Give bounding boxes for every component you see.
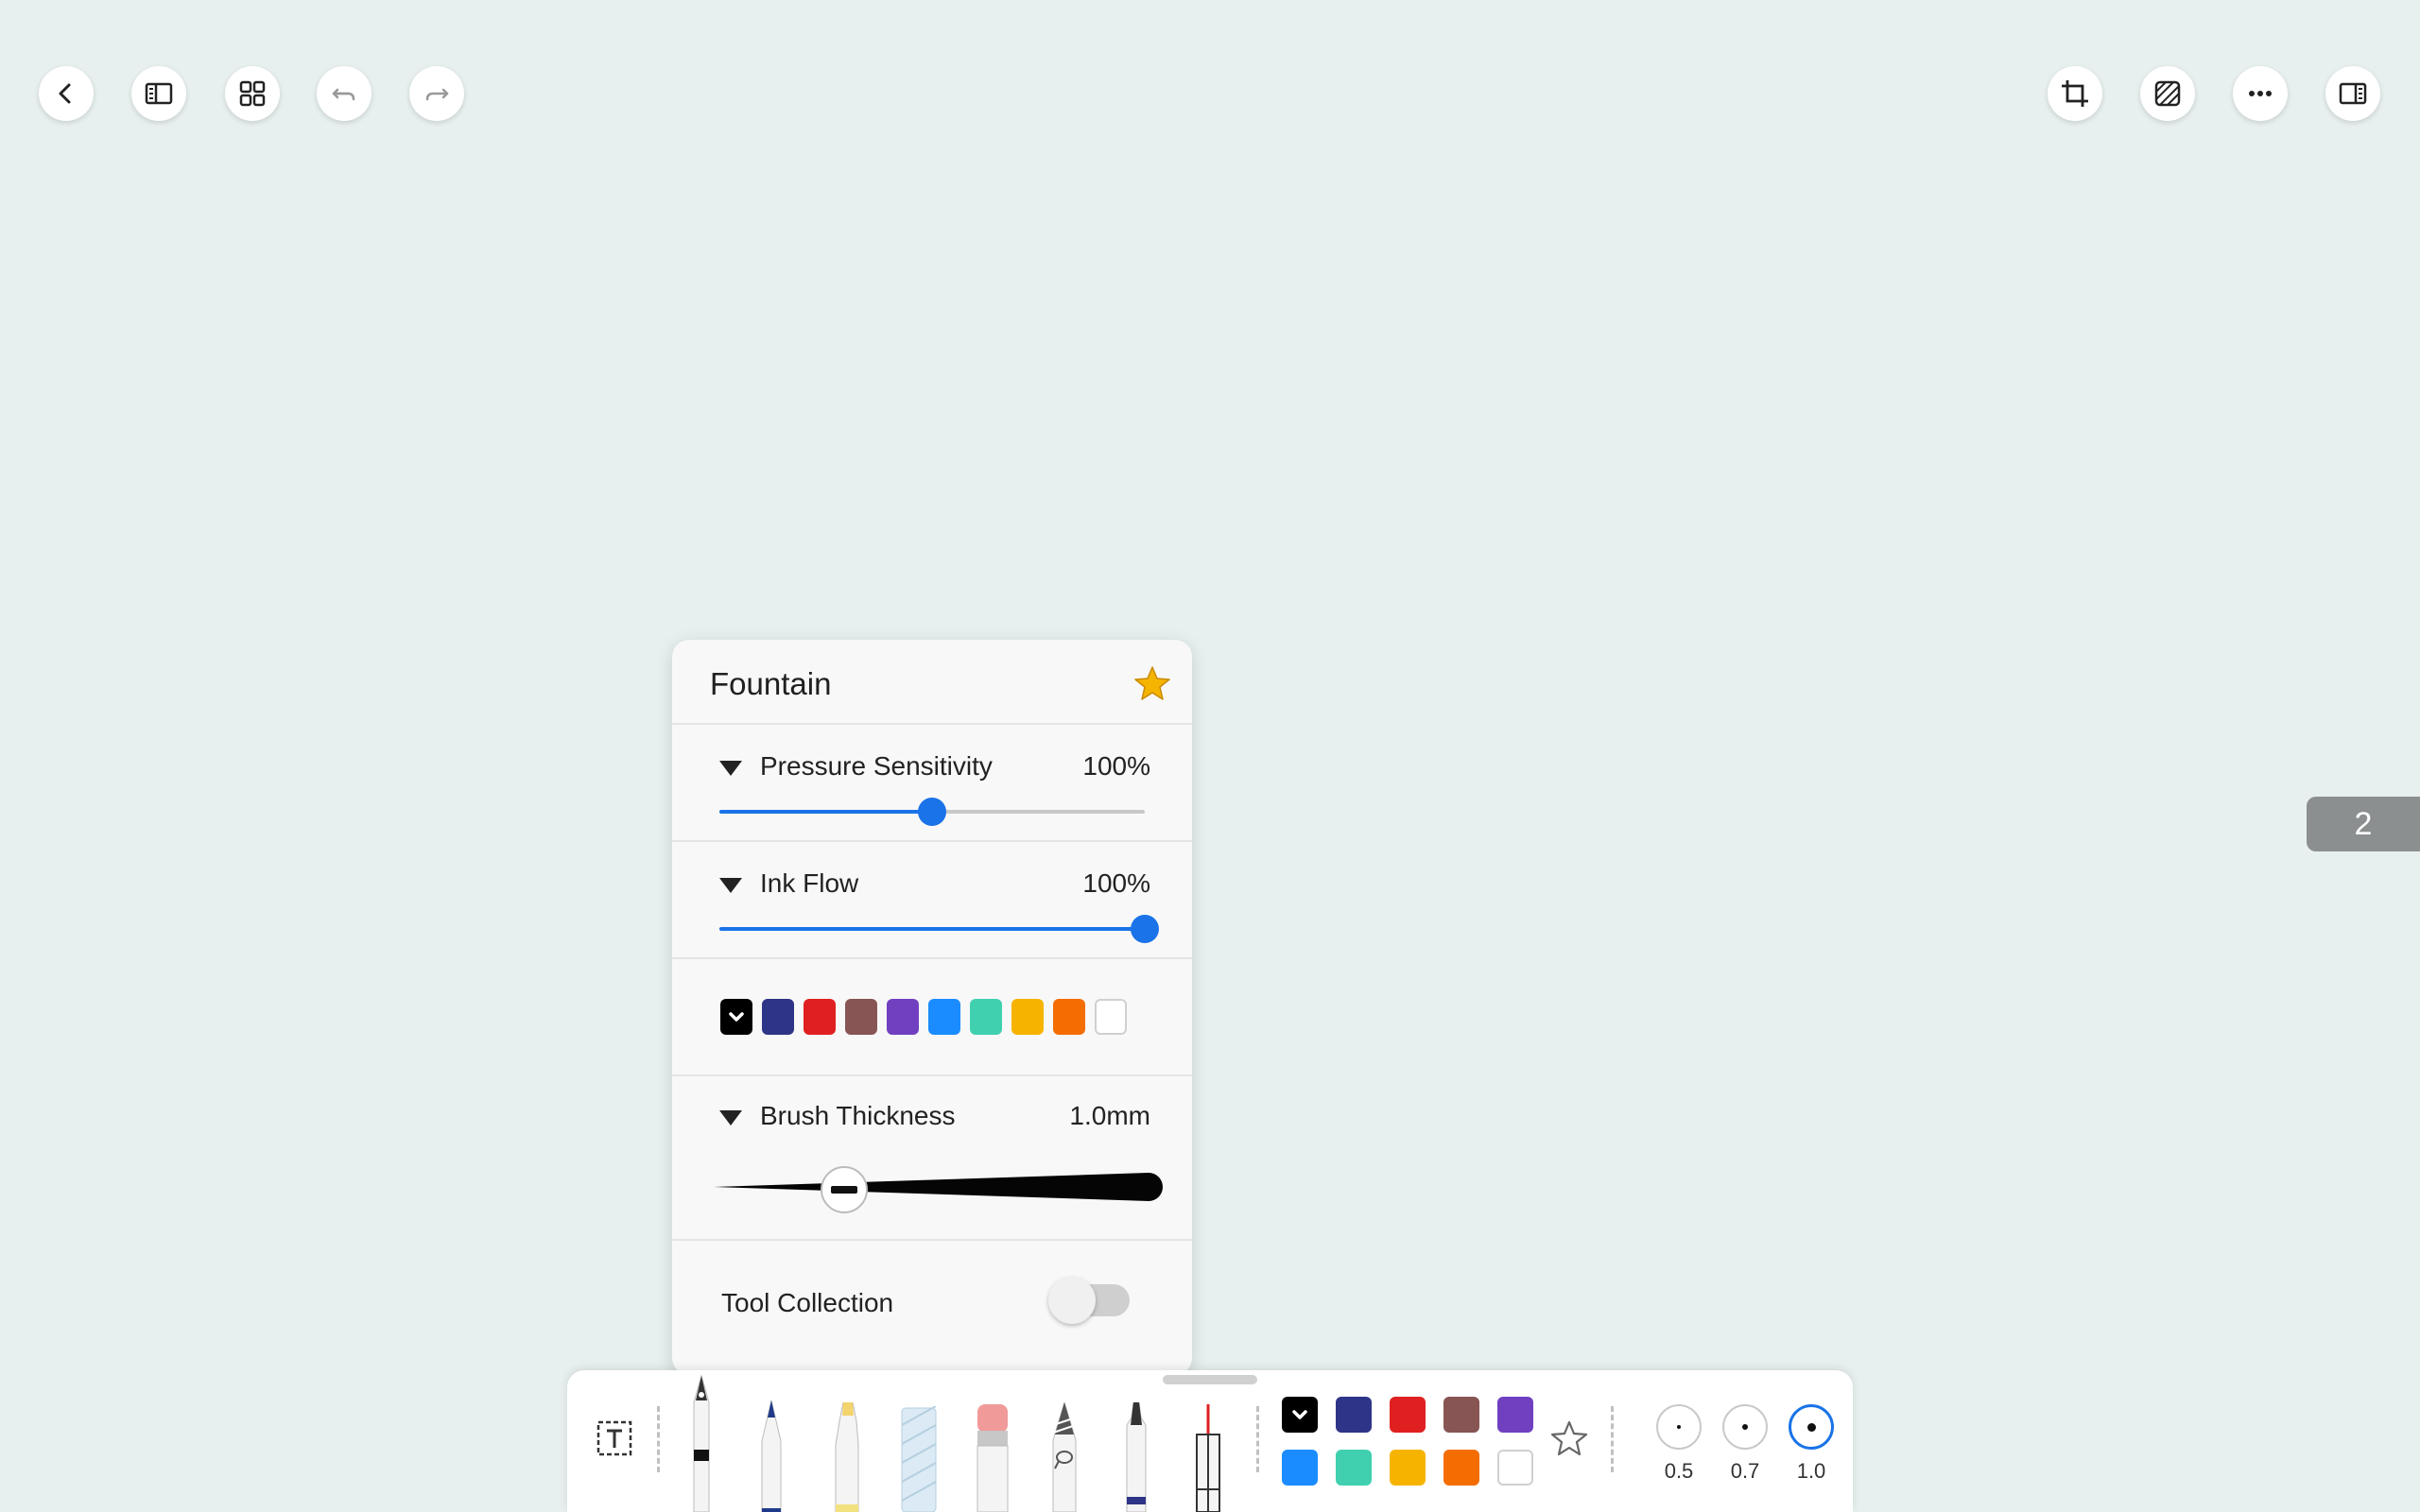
fountain-pen-icon[interactable] bbox=[683, 1374, 720, 1512]
size-preset-button[interactable] bbox=[1656, 1404, 1702, 1450]
sidebar-toggle-icon bbox=[145, 82, 173, 105]
thickness-collapse-icon[interactable] bbox=[719, 1110, 742, 1125]
dock-color-swatch[interactable] bbox=[1390, 1450, 1426, 1486]
dock-color-swatch[interactable] bbox=[1497, 1450, 1533, 1486]
eraser-icon[interactable] bbox=[972, 1402, 1013, 1512]
dock-color-swatch[interactable] bbox=[1497, 1397, 1533, 1433]
pattern-icon bbox=[2154, 80, 2181, 107]
pattern-button[interactable] bbox=[2140, 66, 2195, 121]
size-preset-label: 0.7 bbox=[1730, 1459, 1760, 1483]
grid-view-button[interactable] bbox=[225, 66, 280, 121]
redo-icon bbox=[425, 88, 449, 101]
dock-color-swatch[interactable] bbox=[1336, 1397, 1372, 1433]
color-swatch[interactable] bbox=[970, 999, 1002, 1035]
checkmark-icon bbox=[729, 1012, 744, 1022]
undo-button[interactable] bbox=[317, 66, 372, 121]
ink-flow-collapse-icon[interactable] bbox=[719, 878, 742, 893]
dock-color-swatch[interactable] bbox=[1443, 1397, 1479, 1433]
dock-divider bbox=[1611, 1406, 1614, 1472]
dock-divider bbox=[1256, 1406, 1259, 1472]
size-dot bbox=[1677, 1425, 1681, 1429]
pressure-label: Pressure Sensitivity bbox=[760, 751, 993, 781]
lasso-pencil-icon[interactable] bbox=[1046, 1402, 1083, 1512]
thickness-label: Brush Thickness bbox=[760, 1101, 956, 1130]
toggle-thumb bbox=[1048, 1277, 1096, 1324]
ballpoint-pen-icon[interactable] bbox=[752, 1399, 790, 1512]
color-swatch[interactable] bbox=[928, 999, 960, 1035]
size-dot bbox=[1742, 1424, 1748, 1430]
size-preset-label: 1.0 bbox=[1796, 1459, 1826, 1483]
size-preset-button[interactable] bbox=[1789, 1404, 1834, 1450]
color-swatch[interactable] bbox=[1011, 999, 1044, 1035]
checkmark-icon bbox=[1292, 1410, 1307, 1419]
undo-icon bbox=[332, 88, 355, 101]
crop-button[interactable] bbox=[2048, 66, 2102, 121]
brush-thickness-section: Brush Thickness 1.0mm bbox=[672, 1074, 1192, 1241]
pressure-collapse-icon[interactable] bbox=[719, 761, 742, 776]
split-view-button[interactable] bbox=[2325, 66, 2380, 121]
pressure-section: Pressure Sensitivity 100% bbox=[672, 723, 1192, 842]
size-preset-label: 0.5 bbox=[1664, 1459, 1694, 1483]
more-icon bbox=[2249, 91, 2272, 96]
dock-color-swatch[interactable] bbox=[1336, 1450, 1372, 1486]
dock-drag-handle[interactable] bbox=[1163, 1375, 1257, 1384]
ink-flow-value: 100% bbox=[1082, 868, 1150, 898]
ink-flow-slider-knob[interactable] bbox=[1131, 915, 1159, 943]
marker-icon[interactable] bbox=[1117, 1402, 1155, 1512]
color-swatch[interactable] bbox=[720, 999, 752, 1035]
dock-divider bbox=[657, 1406, 660, 1472]
sidebar-toggle-button[interactable] bbox=[131, 66, 186, 121]
text-box-icon[interactable] bbox=[596, 1419, 633, 1457]
pen-settings-panel: Fountain Pressure Sensitivity 100% Ink F… bbox=[672, 640, 1192, 1375]
thickness-slider-track[interactable] bbox=[714, 1163, 1164, 1211]
color-swatch[interactable] bbox=[1053, 999, 1085, 1035]
color-swatch[interactable] bbox=[804, 999, 836, 1035]
pressure-value: 100% bbox=[1082, 751, 1150, 781]
thickness-value: 1.0mm bbox=[1069, 1101, 1150, 1130]
pressure-slider-fill bbox=[719, 810, 932, 814]
page-number: 2 bbox=[2354, 805, 2373, 842]
pressure-slider-knob[interactable] bbox=[918, 798, 946, 826]
size-preset-button[interactable] bbox=[1722, 1404, 1768, 1450]
dock-color-swatch[interactable] bbox=[1282, 1397, 1318, 1433]
color-swatch[interactable] bbox=[1095, 999, 1127, 1035]
ink-flow-section: Ink Flow 100% bbox=[672, 840, 1192, 959]
tool-collection-label: Tool Collection bbox=[721, 1288, 894, 1317]
back-button[interactable] bbox=[39, 66, 94, 121]
ink-flow-slider-fill bbox=[719, 927, 1145, 931]
tool-collection-section: Tool Collection bbox=[672, 1239, 1192, 1375]
highlighter-icon[interactable] bbox=[828, 1402, 866, 1512]
back-icon bbox=[59, 83, 71, 104]
split-view-icon bbox=[2339, 82, 2367, 105]
size-dot bbox=[1806, 1422, 1816, 1432]
dock-color-swatch[interactable] bbox=[1282, 1450, 1318, 1486]
crop-icon bbox=[2062, 80, 2088, 107]
bottom-tool-dock: 0.5 0.7 1.0 bbox=[567, 1370, 1853, 1512]
pen-panel-title: Fountain bbox=[710, 666, 832, 701]
color-swatch[interactable] bbox=[762, 999, 794, 1035]
color-swatch[interactable] bbox=[845, 999, 877, 1035]
grid-view-icon bbox=[239, 80, 266, 107]
ink-flow-label: Ink Flow bbox=[760, 868, 859, 898]
more-button[interactable] bbox=[2233, 66, 2288, 121]
color-palette-section bbox=[672, 957, 1192, 1076]
page-number-badge[interactable]: 2 bbox=[2307, 797, 2420, 851]
dock-color-swatch[interactable] bbox=[1390, 1397, 1426, 1433]
tool-collection-toggle[interactable] bbox=[1048, 1277, 1130, 1324]
laser-pointer-icon[interactable] bbox=[1189, 1404, 1227, 1512]
redo-button[interactable] bbox=[409, 66, 464, 121]
thickness-slider-knob[interactable] bbox=[821, 1166, 868, 1213]
dock-color-swatch[interactable] bbox=[1443, 1450, 1479, 1486]
star-outline-icon[interactable] bbox=[1550, 1419, 1588, 1457]
color-swatch[interactable] bbox=[887, 999, 919, 1035]
ruler-icon[interactable] bbox=[900, 1406, 938, 1512]
star-icon[interactable] bbox=[1133, 664, 1171, 702]
